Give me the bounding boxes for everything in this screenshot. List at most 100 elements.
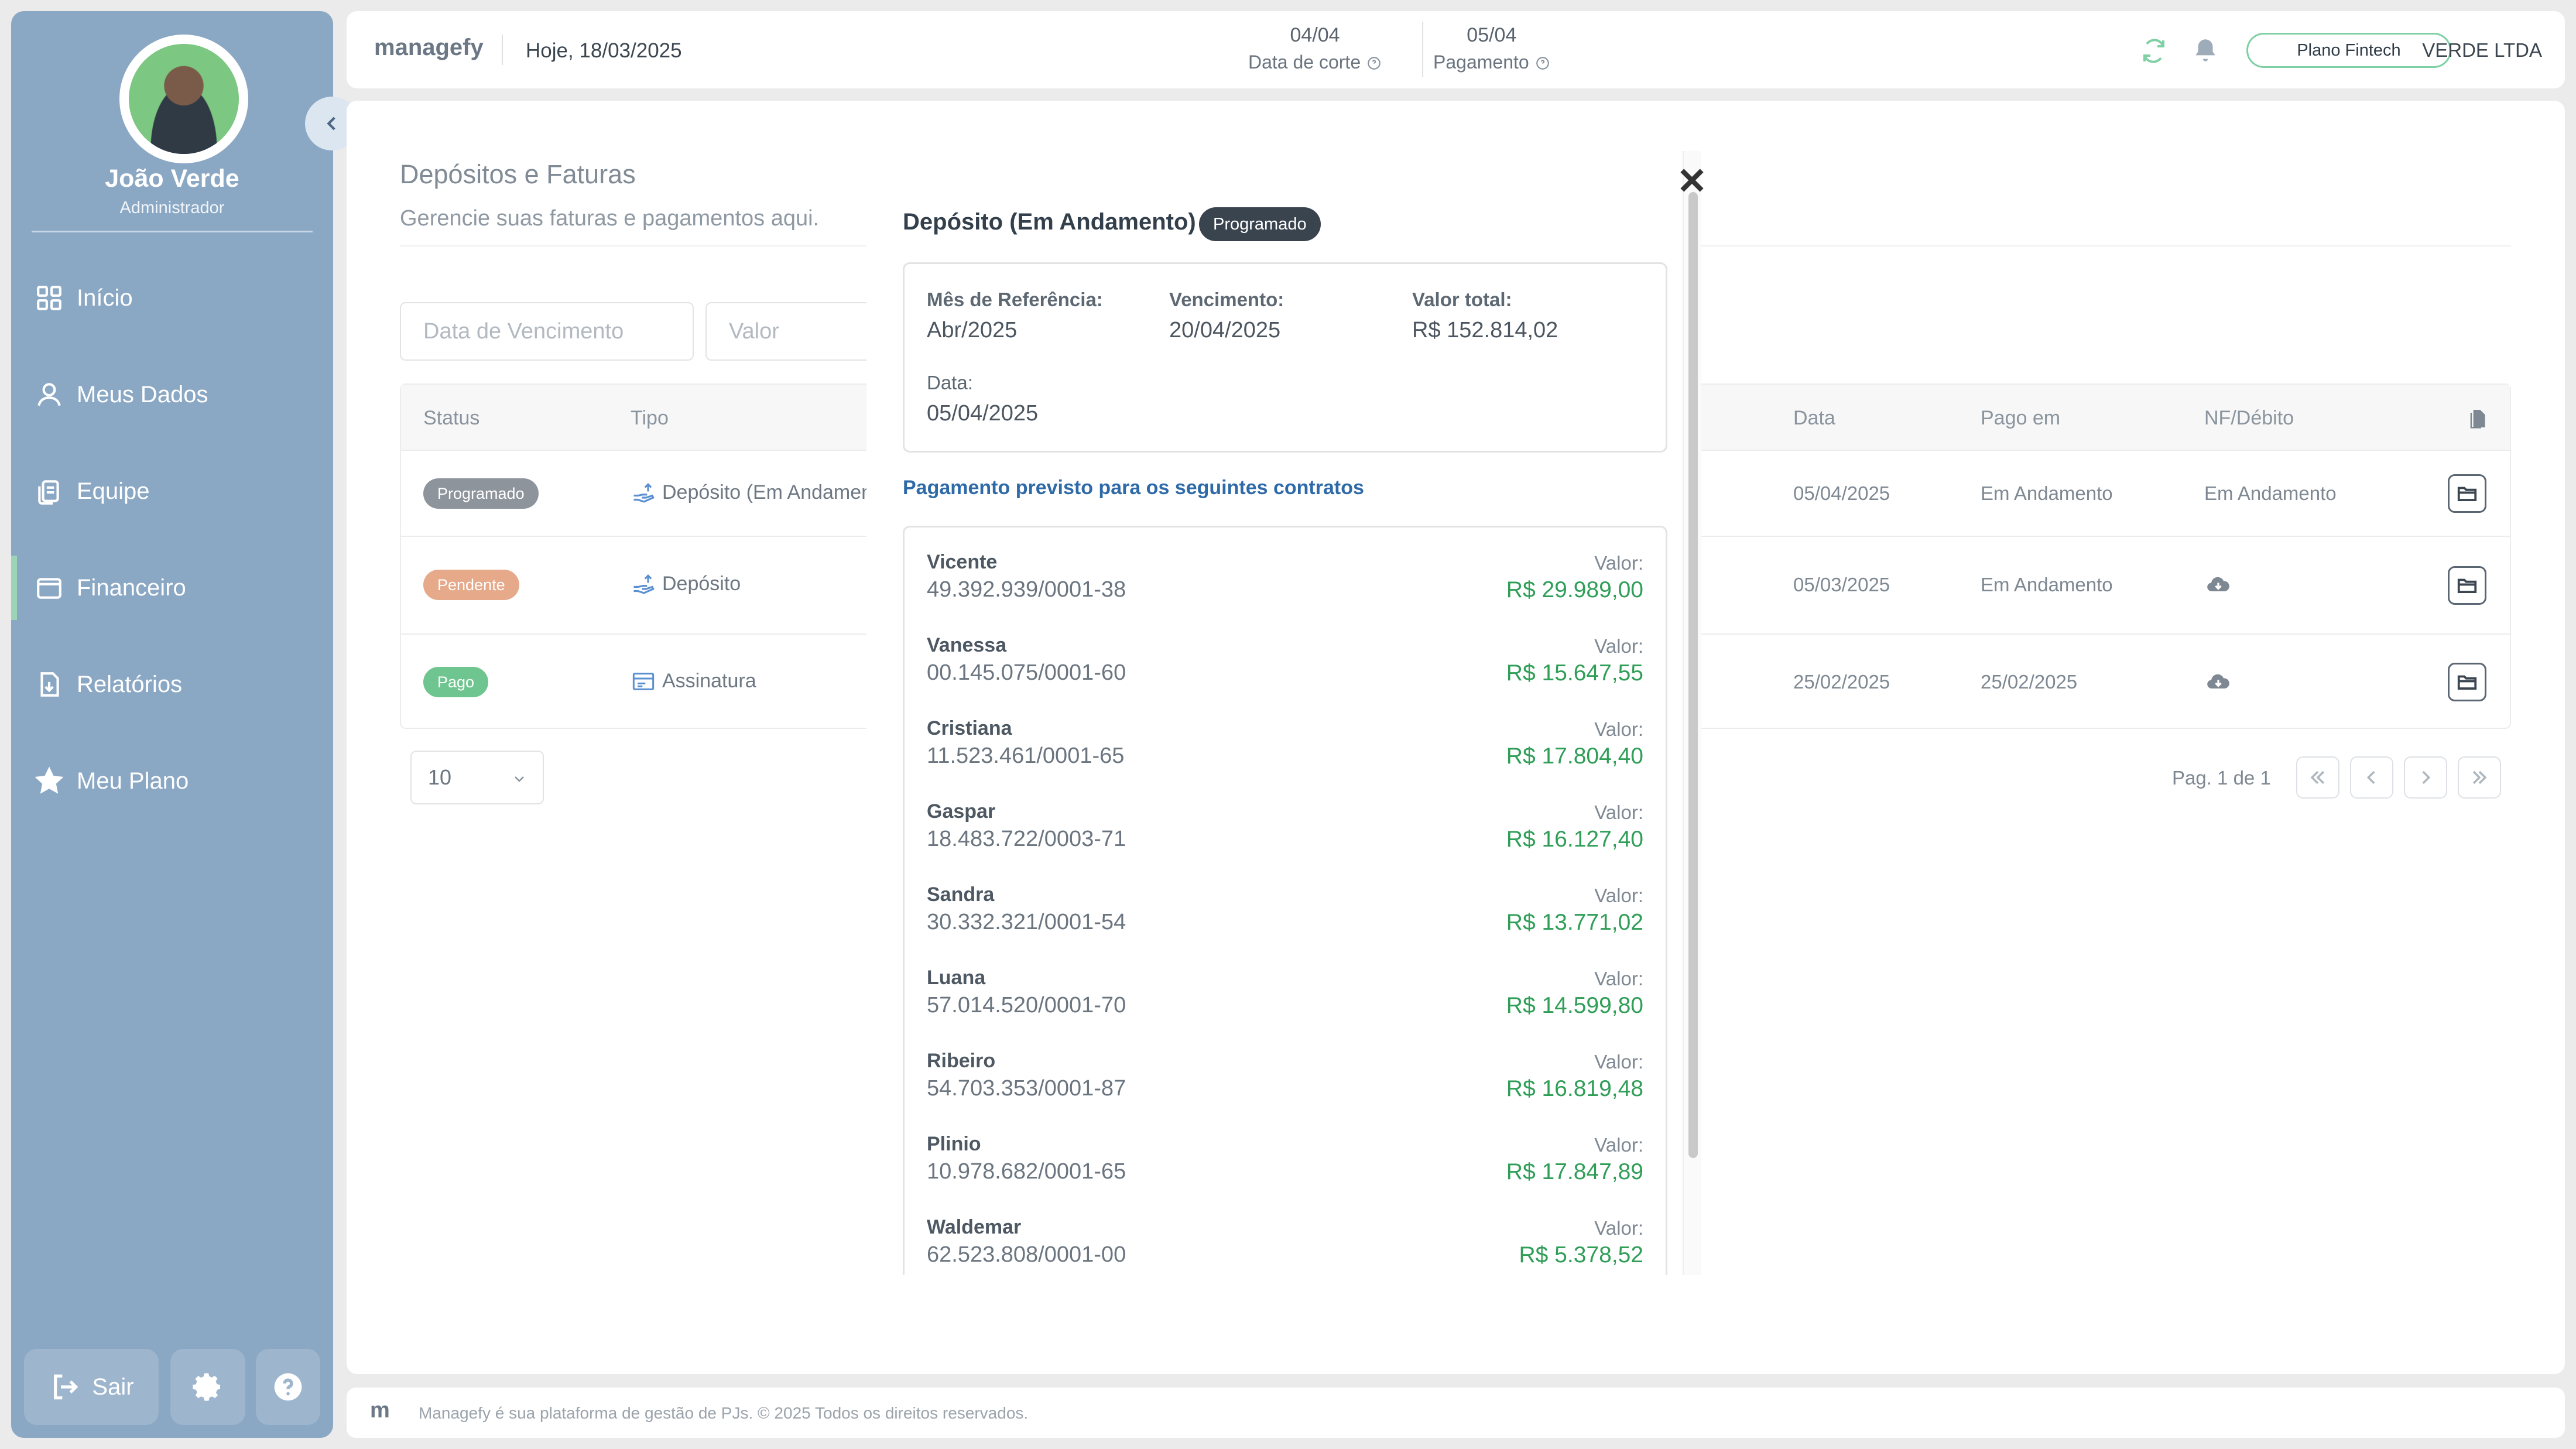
- logout-button[interactable]: Sair: [24, 1349, 159, 1425]
- contract-cnpj: 30.332.321/0001-54: [927, 910, 1126, 934]
- contract-value-label: Valor:: [1594, 1051, 1643, 1073]
- sidebar: João Verde Administrador Início Meus Dad…: [11, 11, 333, 1438]
- help-button[interactable]: [256, 1349, 320, 1425]
- contract-cnpj: 49.392.939/0001-38: [927, 577, 1126, 602]
- help-circle-icon[interactable]: [1366, 56, 1382, 71]
- due-date-filter[interactable]: Data de Vencimento: [400, 302, 694, 361]
- cloud-download-icon[interactable]: [2204, 669, 2232, 695]
- help-icon: [274, 1373, 302, 1401]
- sidebar-item-relatorios[interactable]: Relatórios: [11, 652, 333, 717]
- payment-label: Pagamento: [1433, 52, 1529, 73]
- sidebar-item-meus-dados[interactable]: Meus Dados: [11, 362, 333, 427]
- contract-value: R$ 13.771,02: [1506, 910, 1643, 935]
- sidebar-item-inicio[interactable]: Início: [11, 266, 333, 330]
- total-value: R$ 152.814,02: [1412, 318, 1558, 342]
- sidebar-item-meu-plano[interactable]: Meu Plano: [11, 749, 333, 813]
- contract-cnpj: 00.145.075/0001-60: [927, 660, 1126, 685]
- row-date: 05/04/2025: [1793, 482, 1890, 504]
- wallet-icon: [37, 578, 61, 599]
- contract-item: Vanessa 00.145.075/0001-60 Valor: R$ 15.647…: [905, 634, 1666, 717]
- bell-icon[interactable]: [2191, 36, 2220, 65]
- invoice-icon: [632, 673, 655, 690]
- refresh-icon[interactable]: [2140, 37, 2168, 65]
- contract-name: Vicente: [927, 551, 998, 573]
- contract-value: R$ 15.647,55: [1506, 660, 1643, 686]
- row-date: 05/03/2025: [1793, 574, 1890, 595]
- contract-value: R$ 29.989,00: [1506, 577, 1643, 602]
- user-role: Administrador: [119, 198, 225, 217]
- avatar[interactable]: [119, 35, 248, 163]
- sidebar-divider: [32, 231, 313, 232]
- contract-name: Cristiana: [927, 717, 1012, 739]
- sidebar-item-label: Equipe: [77, 478, 150, 504]
- status-badge: Programado: [423, 478, 539, 509]
- sidebar-item-equipe[interactable]: Equipe: [11, 459, 333, 523]
- prev-page-button[interactable]: [2350, 756, 2393, 799]
- row-paid-on: Em Andamento: [1981, 482, 2113, 504]
- modal-scrollbar[interactable]: [1683, 151, 1701, 1275]
- first-page-button[interactable]: [2296, 756, 2339, 799]
- status-badge: Programado: [1199, 207, 1321, 241]
- date-value: 05/04/2025: [927, 401, 1039, 426]
- per-page-select[interactable]: 10: [410, 751, 544, 804]
- folder-icon: [2457, 675, 2477, 690]
- per-page-value: 10: [428, 765, 452, 789]
- contract-item: Vicente 49.392.939/0001-38 Valor: R$ 29.989…: [905, 551, 1666, 634]
- gear-icon: [193, 1373, 220, 1401]
- user-icon: [37, 383, 61, 406]
- column-status[interactable]: Status: [423, 407, 479, 430]
- star-icon: [35, 766, 64, 794]
- settings-button[interactable]: [170, 1349, 245, 1425]
- contract-item: Waldemar 62.523.808/0001-00 Valor: R$ 5.378…: [905, 1216, 1666, 1275]
- top-header: managefy Hoje, 18/03/2025 04/04 Data de …: [347, 11, 2565, 88]
- contract-item: Gaspar 18.483.722/0003-71 Valor: R$ 16.127,…: [905, 800, 1666, 883]
- contract-value-label: Valor:: [1594, 801, 1643, 823]
- open-folder-button[interactable]: [2448, 663, 2486, 701]
- column-nf[interactable]: NF/Débito: [2204, 407, 2294, 430]
- total-label: Valor total:: [1412, 289, 1512, 310]
- contract-value: R$ 16.819,48: [1506, 1076, 1643, 1101]
- row-paid-on: Em Andamento: [1981, 574, 2113, 595]
- column-paid-on[interactable]: Pago em: [1981, 407, 2060, 430]
- scrollbar-thumb[interactable]: [1688, 192, 1698, 1158]
- plan-badge[interactable]: Plano Fintech: [2246, 33, 2451, 68]
- footer: m Managefy é sua plataforma de gestão de…: [347, 1388, 2565, 1438]
- close-icon: [1680, 169, 1704, 192]
- cutoff-label: Data de corte: [1248, 52, 1361, 73]
- user-name: João Verde: [105, 165, 239, 193]
- contract-item: Plinio 10.978.682/0001-65 Valor: R$ 17.847,…: [905, 1133, 1666, 1216]
- footer-text: Managefy é sua plataforma de gestão de P…: [419, 1404, 1029, 1422]
- due-value: 20/04/2025: [1169, 318, 1281, 342]
- sidebar-item-financeiro[interactable]: Financeiro: [11, 556, 333, 620]
- grid-icon: [37, 286, 61, 310]
- column-type[interactable]: Tipo: [631, 407, 669, 430]
- chevron-left-icon: [2366, 770, 2375, 785]
- open-folder-button[interactable]: [2448, 566, 2486, 605]
- last-page-button[interactable]: [2458, 756, 2501, 799]
- brand-logo[interactable]: managefy: [374, 35, 484, 61]
- chevrons-right-icon: [2472, 770, 2487, 785]
- value-filter[interactable]: Valor: [705, 302, 881, 361]
- contract-value-label: Valor:: [1594, 552, 1643, 574]
- document-copy-icon: [38, 480, 59, 505]
- row-nf: Em Andamento: [2204, 482, 2337, 504]
- sidebar-item-label: Meus Dados: [77, 381, 208, 407]
- close-modal-button[interactable]: [1677, 166, 1707, 195]
- cloud-download-icon[interactable]: [2204, 572, 2232, 598]
- chevrons-left-icon: [2310, 770, 2325, 785]
- chevron-left-icon: [327, 117, 335, 131]
- report-icon: [40, 672, 59, 697]
- contract-cnpj: 54.703.353/0001-87: [927, 1076, 1126, 1101]
- status-badge: Pendente: [423, 570, 519, 600]
- contract-value: R$ 14.599,80: [1506, 993, 1643, 1018]
- contract-value-label: Valor:: [1594, 968, 1643, 989]
- company-name[interactable]: VERDE LTDA: [2422, 39, 2542, 61]
- contract-value: R$ 17.804,40: [1506, 744, 1643, 769]
- next-page-button[interactable]: [2404, 756, 2447, 799]
- open-folder-button[interactable]: [2448, 474, 2486, 513]
- column-date[interactable]: Data: [1793, 407, 1835, 430]
- date-label: Data:: [927, 372, 973, 393]
- help-circle-icon[interactable]: [1535, 56, 1550, 71]
- contract-name: Waldemar: [927, 1216, 1022, 1238]
- contract-cnpj: 57.014.520/0001-70: [927, 993, 1126, 1018]
